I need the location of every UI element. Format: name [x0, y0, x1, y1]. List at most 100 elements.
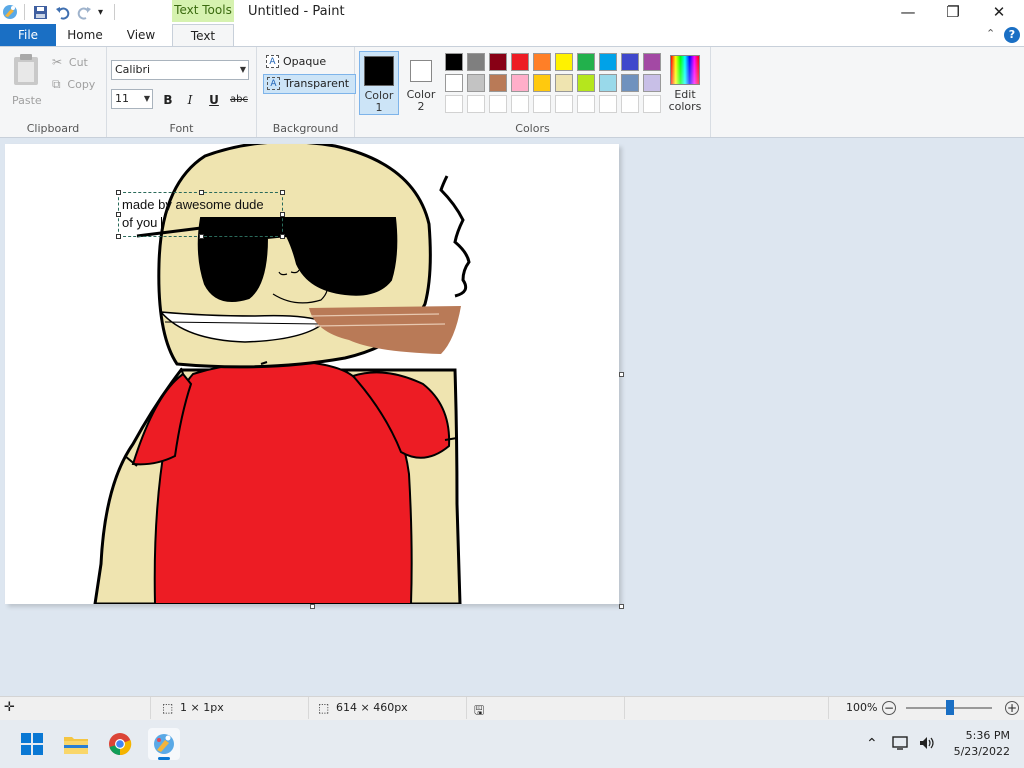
color1-button[interactable]: Color 1 — [359, 51, 399, 115]
paste-button[interactable]: Paste — [8, 51, 44, 107]
palette-custom-slot[interactable] — [489, 95, 507, 113]
canvas-resize-handle-corner[interactable] — [619, 604, 624, 609]
palette-swatch[interactable] — [467, 74, 485, 92]
paint-taskbar-button[interactable] — [148, 728, 180, 760]
redo-icon[interactable] — [77, 3, 92, 21]
zoom-out-button[interactable]: − — [882, 701, 896, 715]
clock[interactable]: 5:36 PM 5/23/2022 — [946, 728, 1010, 760]
start-button[interactable] — [16, 728, 48, 760]
transparent-label: Transparent — [284, 77, 350, 90]
zoom-slider-thumb[interactable] — [946, 700, 954, 715]
palette-swatch[interactable] — [643, 74, 661, 92]
text-tools-context-label: Text Tools — [172, 0, 234, 22]
palette-swatch[interactable] — [643, 53, 661, 71]
textbox-handle[interactable] — [280, 190, 285, 195]
palette-custom-slot[interactable] — [467, 95, 485, 113]
palette-swatch[interactable] — [577, 53, 595, 71]
chrome-button[interactable] — [104, 728, 136, 760]
textbox-handle[interactable] — [116, 212, 121, 217]
taskbar: ⌃ 5:36 PM 5/23/2022 — [0, 720, 1024, 768]
tab-text[interactable]: Text — [172, 24, 234, 47]
palette-swatch[interactable] — [555, 53, 573, 71]
palette-swatch[interactable] — [555, 74, 573, 92]
palette-custom-slot[interactable] — [533, 95, 551, 113]
canvas-resize-handle-bottom[interactable] — [310, 604, 315, 609]
palette-custom-slot[interactable] — [555, 95, 573, 113]
copy-button[interactable]: ⧉ Copy — [52, 77, 95, 93]
chevron-up-icon[interactable]: ⌃ — [866, 736, 878, 752]
palette-swatch[interactable] — [445, 74, 463, 92]
textbox-handle[interactable] — [199, 234, 204, 239]
color2-button[interactable]: Color 2 — [403, 51, 439, 115]
textbox-handle[interactable] — [199, 190, 204, 195]
palette-swatch[interactable] — [577, 74, 595, 92]
textbox-handle[interactable] — [116, 234, 121, 239]
palette-swatch[interactable] — [621, 53, 639, 71]
palette-custom-slot[interactable] — [445, 95, 463, 113]
palette-swatch[interactable] — [511, 74, 529, 92]
paint-app-icon[interactable] — [2, 3, 18, 21]
chrome-icon — [109, 733, 132, 756]
text-input-box[interactable]: made by awesome dude of you — [116, 190, 285, 239]
strikethrough-button[interactable]: abc — [227, 90, 251, 110]
palette-swatch[interactable] — [599, 74, 617, 92]
title-bar: ▾ Text Tools Untitled - Paint — ❐ ✕ — [0, 0, 1024, 24]
image-size-icon: ⬚ — [318, 701, 330, 715]
clock-date: 5/23/2022 — [953, 745, 1010, 758]
palette-custom-slot[interactable] — [643, 95, 661, 113]
file-size-icon: 🖫 — [474, 703, 485, 717]
volume-icon[interactable] — [918, 735, 936, 754]
minimize-button[interactable]: — — [885, 0, 931, 24]
palette-custom-slot[interactable] — [511, 95, 529, 113]
colors-group: Color 1 Color 2 Edit colors Colors — [355, 47, 711, 137]
colors-group-label: Colors — [515, 122, 550, 135]
palette-swatch[interactable] — [533, 74, 551, 92]
drawing-canvas[interactable] — [5, 144, 619, 604]
palette-swatch[interactable] — [621, 74, 639, 92]
italic-button[interactable]: I — [180, 90, 200, 110]
palette-swatch[interactable] — [599, 53, 617, 71]
font-size-select[interactable]: 11 ▼ — [111, 89, 153, 109]
ribbon: Paste ✂ Cut ⧉ Copy Clipboard Calibri ▼ 1… — [0, 46, 1024, 138]
undo-icon[interactable] — [55, 3, 70, 21]
transparent-icon: A — [267, 77, 280, 90]
transparent-option[interactable]: A Transparent — [263, 74, 357, 94]
close-button[interactable]: ✕ — [976, 0, 1022, 24]
save-icon[interactable] — [33, 3, 48, 21]
bold-button[interactable]: B — [158, 90, 178, 110]
edit-colors-button[interactable]: Edit colors — [665, 51, 705, 115]
opaque-option[interactable]: A Opaque — [263, 53, 332, 71]
font-size-value: 11 — [115, 92, 129, 105]
underline-button[interactable]: U — [204, 90, 224, 110]
tab-view[interactable]: View — [116, 24, 166, 46]
palette-swatch[interactable] — [467, 53, 485, 71]
textbox-handle[interactable] — [280, 234, 285, 239]
palette-swatch[interactable] — [445, 53, 463, 71]
palette-swatch[interactable] — [489, 53, 507, 71]
image-size: 614 × 460px — [336, 701, 408, 714]
textbox-handle[interactable] — [280, 212, 285, 217]
text-cursor — [161, 216, 163, 231]
network-icon[interactable] — [892, 735, 910, 754]
palette-custom-slot[interactable] — [577, 95, 595, 113]
palette-swatch[interactable] — [511, 53, 529, 71]
zoom-in-button[interactable]: + — [1005, 701, 1019, 715]
background-group-label: Background — [272, 122, 339, 135]
palette-custom-slot[interactable] — [621, 95, 639, 113]
canvas-resize-handle-right[interactable] — [619, 372, 624, 377]
tab-file[interactable]: File — [0, 24, 56, 46]
tab-home[interactable]: Home — [60, 24, 110, 46]
cut-button[interactable]: ✂ Cut — [52, 55, 88, 71]
clipboard-group-label: Clipboard — [26, 122, 80, 135]
textbox-handle[interactable] — [116, 190, 121, 195]
help-icon[interactable]: ? — [1004, 27, 1020, 43]
customize-quick-access-icon[interactable]: ▾ — [98, 3, 103, 21]
file-explorer-button[interactable] — [60, 728, 92, 760]
palette-custom-slot[interactable] — [599, 95, 617, 113]
color2-number: 2 — [417, 100, 425, 113]
palette-swatch[interactable] — [489, 74, 507, 92]
palette-swatch[interactable] — [533, 53, 551, 71]
maximize-button[interactable]: ❐ — [930, 0, 976, 24]
font-family-select[interactable]: Calibri ▼ — [111, 60, 249, 80]
collapse-ribbon-icon[interactable]: ⌃ — [986, 27, 995, 40]
